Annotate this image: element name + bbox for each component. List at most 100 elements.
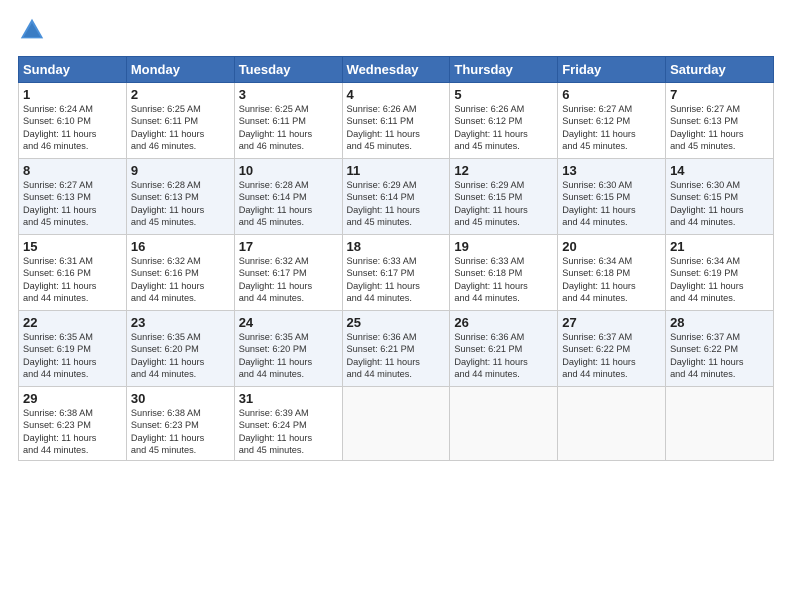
calendar-cell: 14Sunrise: 6:30 AM Sunset: 6:15 PM Dayli…	[666, 159, 774, 235]
calendar-cell: 12Sunrise: 6:29 AM Sunset: 6:15 PM Dayli…	[450, 159, 558, 235]
cell-sun-info: Sunrise: 6:36 AM Sunset: 6:21 PM Dayligh…	[347, 331, 446, 381]
weekday-header: Tuesday	[234, 57, 342, 83]
day-number: 30	[131, 391, 230, 406]
day-number: 26	[454, 315, 553, 330]
cell-sun-info: Sunrise: 6:30 AM Sunset: 6:15 PM Dayligh…	[670, 179, 769, 229]
calendar-page: SundayMondayTuesdayWednesdayThursdayFrid…	[0, 0, 792, 612]
cell-sun-info: Sunrise: 6:35 AM Sunset: 6:20 PM Dayligh…	[131, 331, 230, 381]
day-number: 17	[239, 239, 338, 254]
calendar-cell: 24Sunrise: 6:35 AM Sunset: 6:20 PM Dayli…	[234, 311, 342, 387]
day-number: 29	[23, 391, 122, 406]
calendar-cell: 15Sunrise: 6:31 AM Sunset: 6:16 PM Dayli…	[19, 235, 127, 311]
day-number: 4	[347, 87, 446, 102]
calendar-cell: 1Sunrise: 6:24 AM Sunset: 6:10 PM Daylig…	[19, 83, 127, 159]
cell-sun-info: Sunrise: 6:33 AM Sunset: 6:17 PM Dayligh…	[347, 255, 446, 305]
cell-sun-info: Sunrise: 6:36 AM Sunset: 6:21 PM Dayligh…	[454, 331, 553, 381]
cell-sun-info: Sunrise: 6:28 AM Sunset: 6:13 PM Dayligh…	[131, 179, 230, 229]
calendar-cell: 19Sunrise: 6:33 AM Sunset: 6:18 PM Dayli…	[450, 235, 558, 311]
weekday-header: Wednesday	[342, 57, 450, 83]
cell-sun-info: Sunrise: 6:27 AM Sunset: 6:12 PM Dayligh…	[562, 103, 661, 153]
day-number: 28	[670, 315, 769, 330]
cell-sun-info: Sunrise: 6:30 AM Sunset: 6:15 PM Dayligh…	[562, 179, 661, 229]
cell-sun-info: Sunrise: 6:33 AM Sunset: 6:18 PM Dayligh…	[454, 255, 553, 305]
calendar-cell: 6Sunrise: 6:27 AM Sunset: 6:12 PM Daylig…	[558, 83, 666, 159]
day-number: 8	[23, 163, 122, 178]
day-number: 10	[239, 163, 338, 178]
calendar-cell: 30Sunrise: 6:38 AM Sunset: 6:23 PM Dayli…	[126, 387, 234, 461]
weekday-header: Saturday	[666, 57, 774, 83]
cell-sun-info: Sunrise: 6:32 AM Sunset: 6:17 PM Dayligh…	[239, 255, 338, 305]
cell-sun-info: Sunrise: 6:29 AM Sunset: 6:14 PM Dayligh…	[347, 179, 446, 229]
day-number: 22	[23, 315, 122, 330]
calendar-cell: 27Sunrise: 6:37 AM Sunset: 6:22 PM Dayli…	[558, 311, 666, 387]
day-number: 21	[670, 239, 769, 254]
day-number: 13	[562, 163, 661, 178]
cell-sun-info: Sunrise: 6:31 AM Sunset: 6:16 PM Dayligh…	[23, 255, 122, 305]
day-number: 2	[131, 87, 230, 102]
calendar-cell: 7Sunrise: 6:27 AM Sunset: 6:13 PM Daylig…	[666, 83, 774, 159]
day-number: 12	[454, 163, 553, 178]
calendar-cell: 3Sunrise: 6:25 AM Sunset: 6:11 PM Daylig…	[234, 83, 342, 159]
calendar-cell: 5Sunrise: 6:26 AM Sunset: 6:12 PM Daylig…	[450, 83, 558, 159]
cell-sun-info: Sunrise: 6:27 AM Sunset: 6:13 PM Dayligh…	[670, 103, 769, 153]
calendar-table: SundayMondayTuesdayWednesdayThursdayFrid…	[18, 56, 774, 461]
cell-sun-info: Sunrise: 6:24 AM Sunset: 6:10 PM Dayligh…	[23, 103, 122, 153]
day-number: 3	[239, 87, 338, 102]
calendar-cell: 31Sunrise: 6:39 AM Sunset: 6:24 PM Dayli…	[234, 387, 342, 461]
logo-icon	[18, 16, 46, 44]
calendar-cell: 25Sunrise: 6:36 AM Sunset: 6:21 PM Dayli…	[342, 311, 450, 387]
cell-sun-info: Sunrise: 6:35 AM Sunset: 6:19 PM Dayligh…	[23, 331, 122, 381]
calendar-cell: 2Sunrise: 6:25 AM Sunset: 6:11 PM Daylig…	[126, 83, 234, 159]
cell-sun-info: Sunrise: 6:29 AM Sunset: 6:15 PM Dayligh…	[454, 179, 553, 229]
cell-sun-info: Sunrise: 6:25 AM Sunset: 6:11 PM Dayligh…	[239, 103, 338, 153]
page-header	[18, 16, 774, 44]
calendar-cell	[666, 387, 774, 461]
calendar-cell: 26Sunrise: 6:36 AM Sunset: 6:21 PM Dayli…	[450, 311, 558, 387]
day-number: 23	[131, 315, 230, 330]
cell-sun-info: Sunrise: 6:32 AM Sunset: 6:16 PM Dayligh…	[131, 255, 230, 305]
cell-sun-info: Sunrise: 6:37 AM Sunset: 6:22 PM Dayligh…	[670, 331, 769, 381]
logo	[18, 16, 50, 44]
cell-sun-info: Sunrise: 6:26 AM Sunset: 6:11 PM Dayligh…	[347, 103, 446, 153]
weekday-header: Monday	[126, 57, 234, 83]
calendar-cell: 10Sunrise: 6:28 AM Sunset: 6:14 PM Dayli…	[234, 159, 342, 235]
weekday-header: Sunday	[19, 57, 127, 83]
calendar-cell: 21Sunrise: 6:34 AM Sunset: 6:19 PM Dayli…	[666, 235, 774, 311]
day-number: 24	[239, 315, 338, 330]
calendar-cell: 20Sunrise: 6:34 AM Sunset: 6:18 PM Dayli…	[558, 235, 666, 311]
cell-sun-info: Sunrise: 6:34 AM Sunset: 6:19 PM Dayligh…	[670, 255, 769, 305]
day-number: 16	[131, 239, 230, 254]
day-number: 19	[454, 239, 553, 254]
day-number: 6	[562, 87, 661, 102]
calendar-cell: 4Sunrise: 6:26 AM Sunset: 6:11 PM Daylig…	[342, 83, 450, 159]
day-number: 20	[562, 239, 661, 254]
calendar-cell: 28Sunrise: 6:37 AM Sunset: 6:22 PM Dayli…	[666, 311, 774, 387]
weekday-header: Friday	[558, 57, 666, 83]
day-number: 1	[23, 87, 122, 102]
calendar-header-row: SundayMondayTuesdayWednesdayThursdayFrid…	[19, 57, 774, 83]
day-number: 14	[670, 163, 769, 178]
day-number: 15	[23, 239, 122, 254]
day-number: 25	[347, 315, 446, 330]
calendar-cell	[558, 387, 666, 461]
cell-sun-info: Sunrise: 6:37 AM Sunset: 6:22 PM Dayligh…	[562, 331, 661, 381]
cell-sun-info: Sunrise: 6:35 AM Sunset: 6:20 PM Dayligh…	[239, 331, 338, 381]
calendar-cell: 17Sunrise: 6:32 AM Sunset: 6:17 PM Dayli…	[234, 235, 342, 311]
calendar-cell: 11Sunrise: 6:29 AM Sunset: 6:14 PM Dayli…	[342, 159, 450, 235]
day-number: 7	[670, 87, 769, 102]
calendar-cell: 8Sunrise: 6:27 AM Sunset: 6:13 PM Daylig…	[19, 159, 127, 235]
cell-sun-info: Sunrise: 6:28 AM Sunset: 6:14 PM Dayligh…	[239, 179, 338, 229]
cell-sun-info: Sunrise: 6:38 AM Sunset: 6:23 PM Dayligh…	[23, 407, 122, 457]
day-number: 18	[347, 239, 446, 254]
cell-sun-info: Sunrise: 6:26 AM Sunset: 6:12 PM Dayligh…	[454, 103, 553, 153]
cell-sun-info: Sunrise: 6:34 AM Sunset: 6:18 PM Dayligh…	[562, 255, 661, 305]
calendar-cell: 13Sunrise: 6:30 AM Sunset: 6:15 PM Dayli…	[558, 159, 666, 235]
day-number: 9	[131, 163, 230, 178]
cell-sun-info: Sunrise: 6:39 AM Sunset: 6:24 PM Dayligh…	[239, 407, 338, 457]
day-number: 5	[454, 87, 553, 102]
calendar-cell: 23Sunrise: 6:35 AM Sunset: 6:20 PM Dayli…	[126, 311, 234, 387]
cell-sun-info: Sunrise: 6:38 AM Sunset: 6:23 PM Dayligh…	[131, 407, 230, 457]
day-number: 27	[562, 315, 661, 330]
calendar-cell: 29Sunrise: 6:38 AM Sunset: 6:23 PM Dayli…	[19, 387, 127, 461]
calendar-cell: 9Sunrise: 6:28 AM Sunset: 6:13 PM Daylig…	[126, 159, 234, 235]
